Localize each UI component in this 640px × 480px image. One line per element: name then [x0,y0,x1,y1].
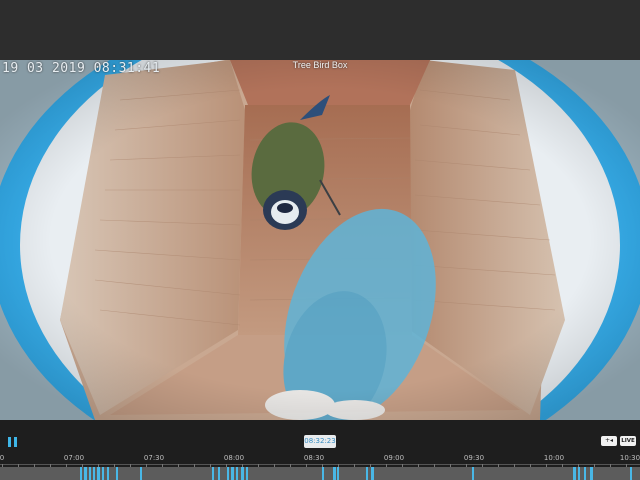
timeline-tick [130,464,131,467]
timeline-tick [498,464,499,467]
recording-segment[interactable] [212,467,214,480]
recording-segment[interactable] [97,467,100,480]
timeline-tick [114,464,115,467]
recording-segment[interactable] [218,467,220,480]
timeline-tick [242,464,243,467]
timeline-tick [370,464,371,467]
timeline-tick [162,464,163,467]
timeline-tick [98,464,99,467]
timeline-tick [514,464,515,467]
timeline-tick [34,464,35,467]
timeline-tick [610,464,611,467]
timeline-tick [2,464,3,467]
recording-segment[interactable] [584,467,586,480]
recording-segment[interactable] [116,467,118,480]
recording-segment[interactable] [472,467,474,480]
timeline-label: 08:00 [223,454,245,462]
timeline-label: 09:30 [463,454,485,462]
timeline-label: 08:30 [303,454,325,462]
recording-segment[interactable] [140,467,142,480]
timeline-tick [82,464,83,467]
timeline-label: 07:00 [63,454,85,462]
recording-segment[interactable] [236,467,238,480]
timeline-tick [482,464,483,467]
timeline-tick [450,464,451,467]
timeline-tick [226,464,227,467]
live-button[interactable]: LIVE [620,436,636,446]
timeline-axis [0,464,640,465]
recording-segment[interactable] [590,467,593,480]
current-time-badge: 08:32:23 [304,435,336,448]
recording-track[interactable] [0,467,640,480]
recording-segment[interactable] [630,467,632,480]
recording-segment[interactable] [102,467,104,480]
timeline-tick [546,464,547,467]
timeline-tick [18,464,19,467]
recording-segment[interactable] [573,467,576,480]
timeline-tick [178,464,179,467]
timeline-tick [306,464,307,467]
timeline-tick [418,464,419,467]
timeline-tick [594,464,595,467]
pause-icon[interactable] [8,437,17,447]
recording-segment[interactable] [366,467,368,480]
timeline-tick [322,464,323,467]
timeline-tick [386,464,387,467]
top-bar [0,0,640,60]
timeline-tick [258,464,259,467]
recording-segment[interactable] [371,467,374,480]
recording-segment[interactable] [337,467,339,480]
timeline-tick [626,464,627,467]
timeline-tick [290,464,291,467]
timeline-tick [562,464,563,467]
timeline-tick [578,464,579,467]
recording-segment[interactable] [227,467,229,480]
timeline-tick [66,464,67,467]
timeline-label: 10:30 [619,454,640,462]
timeline-label: 07:30 [143,454,165,462]
timeline-tick [146,464,147,467]
recording-segment[interactable] [89,467,91,480]
camera-title: Tree Bird Box [292,60,348,70]
recording-segment[interactable] [241,467,244,480]
timeline-tick [194,464,195,467]
timeline[interactable]: 0 07:00 07:30 08:00 08:30 09:00 09:30 10… [0,452,640,480]
recording-segment[interactable] [93,467,95,480]
timeline-label: 09:00 [383,454,405,462]
recording-segment[interactable] [84,467,87,480]
video-feed[interactable]: 19 03 2019 08:31:41 Tree Bird Box [0,60,640,420]
recording-segment[interactable] [578,467,580,480]
timeline-tick [466,464,467,467]
back-button[interactable]: +◂ [601,436,617,446]
recording-segment[interactable] [246,467,248,480]
playback-controls: 08:32:23 +◂ LIVE 0 07:00 07:30 08:00 08:… [0,420,640,480]
recording-segment[interactable] [80,467,82,480]
timeline-label: 10:00 [543,454,565,462]
recording-segment[interactable] [107,467,109,480]
timeline-tick [274,464,275,467]
timeline-tick [210,464,211,467]
timeline-tick [354,464,355,467]
recording-segment[interactable] [231,467,234,480]
timeline-tick [530,464,531,467]
timeline-tick [338,464,339,467]
recording-segment[interactable] [322,467,324,480]
bird-box-image [0,60,640,420]
timeline-label: 0 [0,454,5,462]
recording-segment[interactable] [333,467,336,480]
timeline-tick [50,464,51,467]
timeline-tick [434,464,435,467]
timeline-tick [402,464,403,467]
